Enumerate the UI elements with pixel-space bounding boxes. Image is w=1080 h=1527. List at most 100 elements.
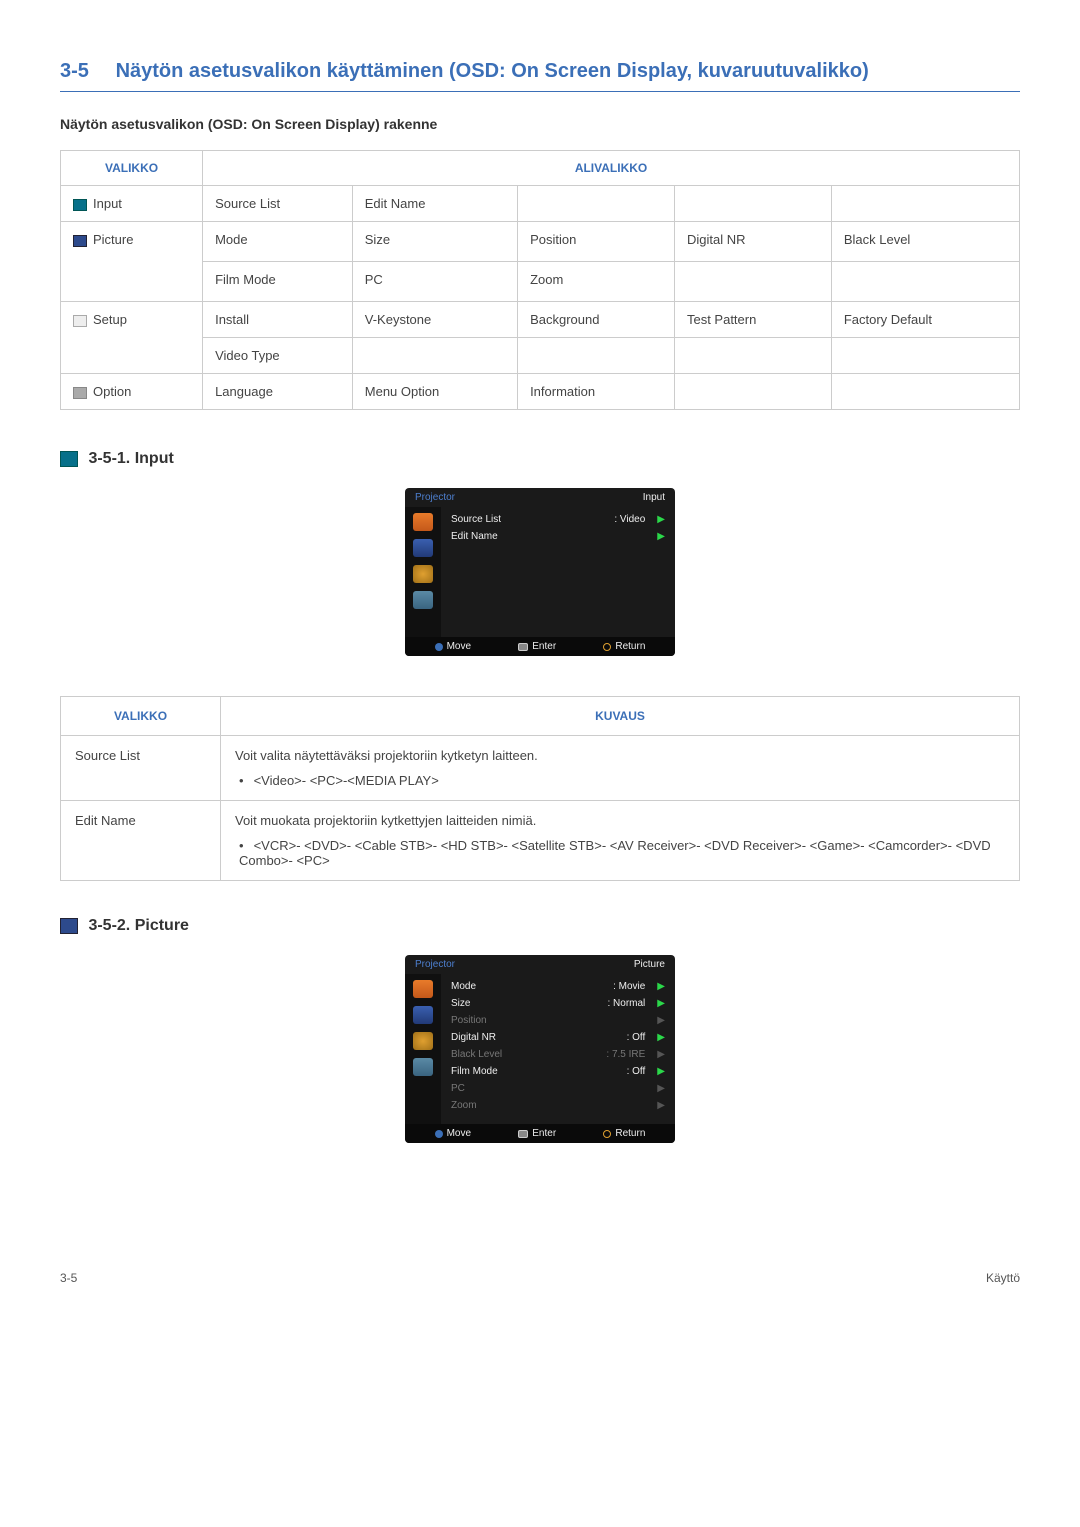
subsection-picture-label: 3-5-2. Picture xyxy=(88,917,188,934)
return-icon xyxy=(603,1130,611,1138)
footer-right: Käyttö xyxy=(986,1271,1020,1285)
menu-label: Picture xyxy=(93,232,133,247)
section-number: 3-5 xyxy=(60,60,110,83)
osd-row-label: Position xyxy=(451,1015,487,1026)
cell xyxy=(831,262,1019,302)
cell: Position xyxy=(518,222,675,262)
osd-top-left: Projector xyxy=(415,959,455,970)
osd-icon-setup xyxy=(413,565,433,583)
osd-input-rows: Source List: Video▶Edit Name▶ xyxy=(441,507,675,637)
cell xyxy=(518,338,675,374)
arrow-icon: ▶ xyxy=(657,998,665,1009)
osd-top-right: Input xyxy=(643,492,665,503)
osd-left-icons xyxy=(405,507,441,637)
desc-text: Voit muokata projektoriin kytkettyjen la… xyxy=(235,813,1005,828)
osd-icon-option xyxy=(413,1058,433,1076)
osd-row: Zoom ▶ xyxy=(449,1097,667,1114)
osd-icon-picture xyxy=(413,539,433,557)
arrow-icon: ▶ xyxy=(657,1066,665,1077)
picture-section-icon xyxy=(60,918,78,934)
move-icon xyxy=(435,1130,443,1138)
structure-table: VALIKKO ALIVALIKKO Input Source List Edi… xyxy=(60,150,1020,410)
cell: Background xyxy=(518,302,675,338)
table-row: Video Type xyxy=(61,338,1020,374)
osd-row-label: Digital NR xyxy=(451,1032,496,1043)
osd-picture-rows: Mode: Movie▶Size: Normal▶Position▶Digita… xyxy=(441,974,675,1124)
osd-row-value: : Off xyxy=(627,1032,646,1043)
table-row: Setup Install V-Keystone Background Test… xyxy=(61,302,1020,338)
picture-icon xyxy=(73,235,87,247)
footer-left: 3-5 xyxy=(60,1271,77,1285)
osd-row-label: Source List xyxy=(451,514,501,525)
osd-move: Move xyxy=(447,1128,471,1139)
osd-return: Return xyxy=(615,641,645,652)
cell: Install xyxy=(203,302,353,338)
subsection-picture-title: 3-5-2. Picture xyxy=(60,917,1020,935)
osd-row: Film Mode: Off▶ xyxy=(449,1063,667,1080)
cell: Menu Option xyxy=(352,374,517,410)
structure-subheading: Näytön asetusvalikon (OSD: On Screen Dis… xyxy=(60,116,1020,132)
arrow-icon: ▶ xyxy=(657,1015,665,1026)
osd-row: Edit Name▶ xyxy=(449,528,667,545)
cell: Source List xyxy=(203,186,353,222)
osd-top-right: Picture xyxy=(634,959,665,970)
subsection-input-title: 3-5-1. Input xyxy=(60,450,1020,468)
cell: PC xyxy=(352,262,517,302)
osd-row: Source List: Video▶ xyxy=(449,511,667,528)
cell xyxy=(352,338,517,374)
osd-icon-setup xyxy=(413,1032,433,1050)
arrow-icon: ▶ xyxy=(657,981,665,992)
desc-bullet: <Video>- <PC>-<MEDIA PLAY> xyxy=(239,773,1005,788)
cell: Information xyxy=(518,374,675,410)
osd-row-label: PC xyxy=(451,1083,465,1094)
input-desc-table: VALIKKO KUVAUS Source List Voit valita n… xyxy=(60,696,1020,881)
osd-picture-screenshot: Projector Picture Mode: Movie▶ Size : Norm… xyxy=(405,955,675,1143)
menu-label: Input xyxy=(93,196,122,211)
osd-row: Size : Normal ▶ xyxy=(449,995,667,1012)
cell: Test Pattern xyxy=(674,302,831,338)
osd-move: Move xyxy=(447,641,471,652)
input-icon xyxy=(73,199,87,211)
arrow-icon: ▶ xyxy=(657,1032,665,1043)
arrow-icon: ▶ xyxy=(657,1100,665,1111)
osd-row-value: : Normal xyxy=(608,998,646,1009)
cell xyxy=(831,338,1019,374)
subsection-input-label: 3-5-1. Input xyxy=(88,450,173,467)
cell: Black Level xyxy=(831,222,1019,262)
page-footer: 3-5 Käyttö xyxy=(60,1263,1020,1285)
col-menu: VALIKKO xyxy=(61,151,203,186)
osd-row-value: : 7.5 IRE xyxy=(606,1049,645,1060)
osd-icon-option xyxy=(413,591,433,609)
menu-label: Setup xyxy=(93,312,127,327)
osd-input-screenshot: Projector Input Source List: Video▶Edit … xyxy=(405,488,675,656)
section-title: Näytön asetusvalikon käyttäminen (OSD: O… xyxy=(116,60,869,82)
cell: Size xyxy=(352,222,517,262)
cell xyxy=(831,374,1019,410)
osd-row: Digital NR : Off ▶ xyxy=(449,1029,667,1046)
desc-name: Edit Name xyxy=(61,801,221,881)
input-section-icon xyxy=(60,451,78,467)
table-row: Film Mode PC Zoom xyxy=(61,262,1020,302)
osd-row-label: Zoom xyxy=(451,1100,477,1111)
osd-row: Position ▶ xyxy=(449,1012,667,1029)
desc-col-desc: KUVAUS xyxy=(221,697,1020,736)
cell: Language xyxy=(203,374,353,410)
cell xyxy=(674,374,831,410)
enter-icon xyxy=(518,643,528,651)
cell xyxy=(674,262,831,302)
cell: Zoom xyxy=(518,262,675,302)
osd-enter: Enter xyxy=(532,641,556,652)
table-row: Option Language Menu Option Information xyxy=(61,374,1020,410)
arrow-icon: ▶ xyxy=(657,514,665,525)
arrow-icon: ▶ xyxy=(657,1083,665,1094)
desc-bullet: <VCR>- <DVD>- <Cable STB>- <HD STB>- <Sa… xyxy=(239,838,1005,868)
table-row: Input Source List Edit Name xyxy=(61,186,1020,222)
osd-row-label: Size xyxy=(451,998,470,1009)
setup-icon xyxy=(73,315,87,327)
option-icon xyxy=(73,387,87,399)
osd-row-label: Black Level xyxy=(451,1049,502,1060)
cell: Digital NR xyxy=(674,222,831,262)
cell xyxy=(831,186,1019,222)
osd-row: Mode: Movie▶ xyxy=(449,978,667,995)
table-row: Edit Name Voit muokata projektoriin kytk… xyxy=(61,801,1020,881)
